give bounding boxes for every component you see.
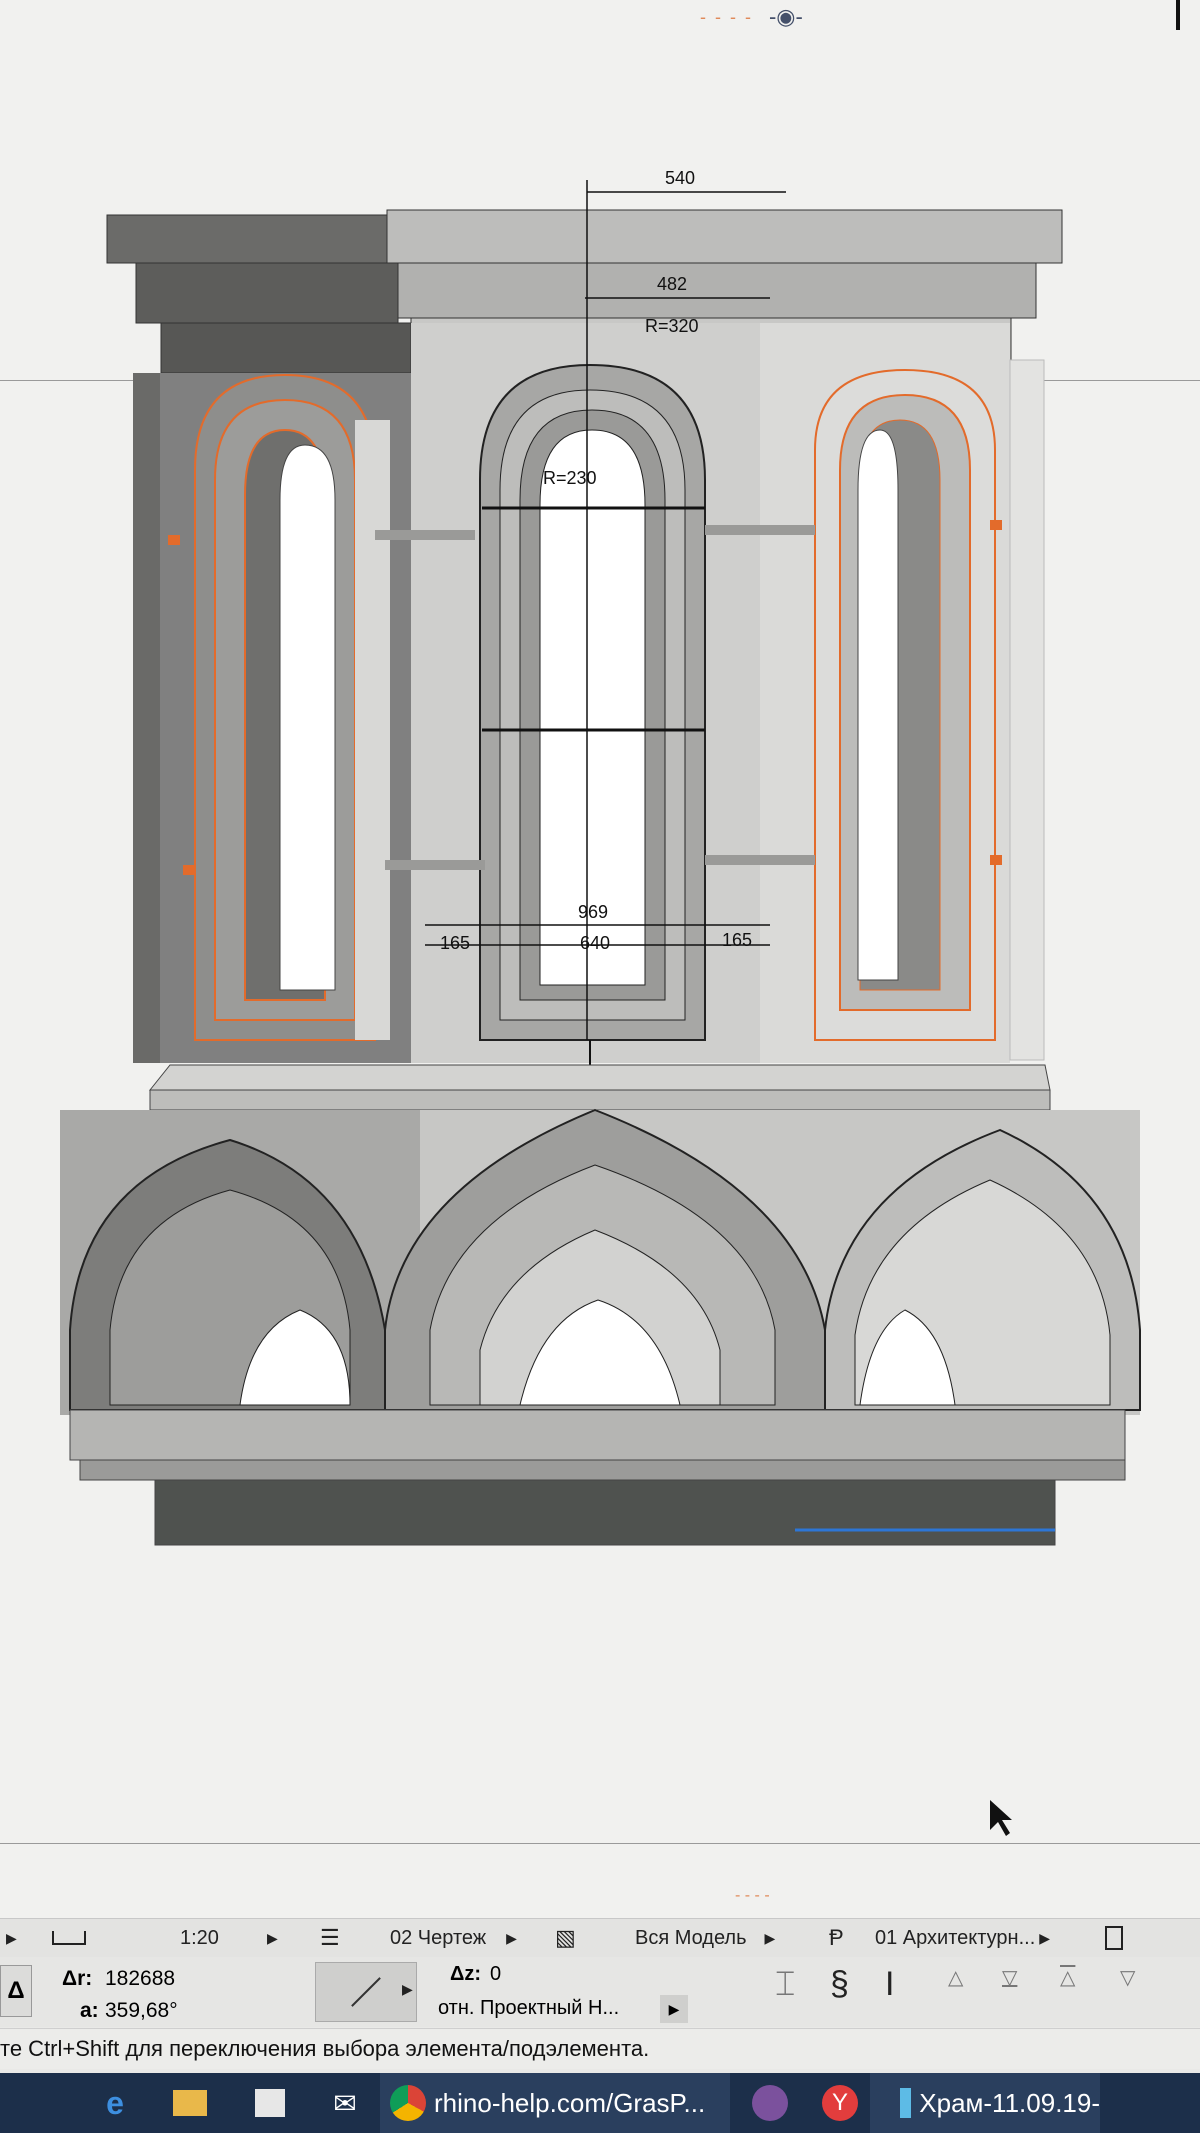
dim-total-width: 969	[578, 902, 608, 922]
dashed-marker: - - - -	[735, 1887, 770, 1904]
scale-value: 1:20	[180, 1926, 219, 1949]
base	[69, 1409, 1126, 1546]
line-tool-button[interactable]: ▶	[315, 1962, 417, 2022]
taskbar-edge	[0, 2073, 80, 2133]
dim-top-width: 540	[665, 168, 695, 188]
ref-level-label[interactable]: отн. Проектный Н...	[438, 1997, 619, 2020]
facade-drawing[interactable]: 540 482 R=320 R=230 969 640 165 165 - - …	[0, 0, 1200, 1910]
slab-tool-icon[interactable]: §	[830, 1965, 849, 2004]
model-select[interactable]: Вся Модель ▶	[615, 1919, 815, 1957]
line-dropdown-arrow[interactable]: ▶	[402, 1981, 413, 1998]
archicad-task-title: Храм-11.09.19-	[919, 2087, 1100, 2118]
pen-icon-cell[interactable]: Ᵽ	[815, 1919, 865, 1957]
archicad-task[interactable]: Храм-11.09.19-	[870, 2073, 1100, 2133]
frame-icon	[1105, 1926, 1123, 1950]
browser-task-title: rhino-help.com/GrasP...	[434, 2087, 706, 2118]
triangle-up-icon[interactable]: △	[948, 1965, 963, 1990]
sill	[148, 1064, 1051, 1111]
dz-label: Δz:	[450, 1963, 482, 1985]
diagonal-line-icon	[351, 1977, 381, 2007]
a-label: a:	[80, 1999, 99, 2022]
status-bar: те Ctrl+Shift для переключения выбора эл…	[0, 2028, 1200, 2069]
layers-icon-cell[interactable]: ☰	[320, 1919, 380, 1957]
folder-icon[interactable]	[150, 2073, 230, 2133]
dr-label: Δr:	[62, 1967, 93, 1990]
scale-select[interactable]: 1:20 ▶	[170, 1919, 320, 1957]
layer-dropdown-arrow[interactable]: ▶	[506, 1930, 517, 1947]
view-toolbar: ▶ 1:20 ▶ ☰ 02 Чертеж ▶ ▧ Вся Модель ▶ Ᵽ …	[0, 1918, 1200, 1957]
ref-dropdown-arrow[interactable]: ▶	[660, 1995, 688, 2023]
left-window	[194, 373, 390, 1041]
expand-arrow[interactable]: ▶	[0, 1919, 40, 1957]
store-icon[interactable]	[230, 2073, 310, 2133]
a-value[interactable]: 359,68°	[105, 1999, 178, 2023]
dim-outer-radius: R=320	[645, 316, 699, 336]
drawing-canvas[interactable]: - - - - -◉- 540 482 R=320 R=230 969 640 …	[0, 0, 1200, 1930]
edge-browser-icon[interactable]: e	[80, 2073, 150, 2133]
model-value: Вся Модель	[635, 1926, 747, 1949]
mouse-cursor-icon	[990, 1800, 1012, 1836]
arch-dropdown-arrow[interactable]: ▶	[1039, 1930, 1050, 1947]
delta-button[interactable]: Δ	[0, 1965, 32, 2017]
wall-tool-icon[interactable]: ⌶	[775, 1965, 795, 2004]
windows-taskbar: e ✉ rhino-help.com/GrasP... Y Храм-11.09…	[0, 2073, 1200, 2133]
model-dropdown-arrow[interactable]: ▶	[765, 1930, 776, 1947]
dim-left-side: 165	[440, 933, 470, 953]
pen-set-icon: Ᵽ	[829, 1925, 844, 1950]
hatch-icon: ▧	[555, 1925, 576, 1950]
model-icon-cell[interactable]: ▧	[555, 1919, 615, 1957]
dim-right-side: 165	[722, 930, 752, 950]
kokoshnik-arches	[60, 1108, 1141, 1415]
status-hint: те Ctrl+Shift для переключения выбора эл…	[0, 2036, 650, 2061]
layers-icon: ☰	[320, 1925, 340, 1950]
dz-value[interactable]: 0	[490, 1963, 501, 1986]
browser-task[interactable]: rhino-help.com/GrasP...	[380, 2073, 730, 2133]
yandex-icon[interactable]: Y	[810, 2073, 870, 2133]
extra-icon-cell[interactable]	[1105, 1919, 1150, 1957]
triangle-down-icon[interactable]: ▽	[1120, 1965, 1135, 1990]
beam-tool-icon[interactable]: I	[885, 1965, 894, 2004]
arch-value: 01 Архитектурн...	[875, 1926, 1036, 1949]
layer-select[interactable]: 02 Чертеж ▶	[380, 1919, 555, 1957]
scale-dropdown-arrow[interactable]: ▶	[267, 1930, 278, 1947]
right-window	[814, 368, 996, 1041]
scale-icon-cell[interactable]	[40, 1919, 170, 1957]
viber-icon[interactable]	[730, 2073, 810, 2133]
archicad-icon	[900, 2088, 912, 2118]
chrome-icon	[390, 2085, 426, 2121]
dim-center-width: 640	[580, 933, 610, 953]
dr-value[interactable]: 182688	[105, 1967, 175, 1991]
triangle-up-overline-icon[interactable]: △	[1060, 1965, 1075, 1990]
dim-inner-radius: R=230	[543, 468, 597, 488]
arch-select[interactable]: 01 Архитектурн... ▶	[865, 1919, 1105, 1957]
triangle-down-underline-icon[interactable]: ▽	[1002, 1965, 1017, 1990]
mail-icon[interactable]: ✉	[310, 2073, 380, 2133]
coordinate-bar: Δ Δr: 182688 a: 359,68° ▶ Δz: 0 отн. Про…	[0, 1957, 1200, 2027]
ruler-icon	[52, 1931, 86, 1945]
dim-inner-width: 482	[657, 274, 687, 294]
layer-value: 02 Чертеж	[390, 1926, 487, 1949]
